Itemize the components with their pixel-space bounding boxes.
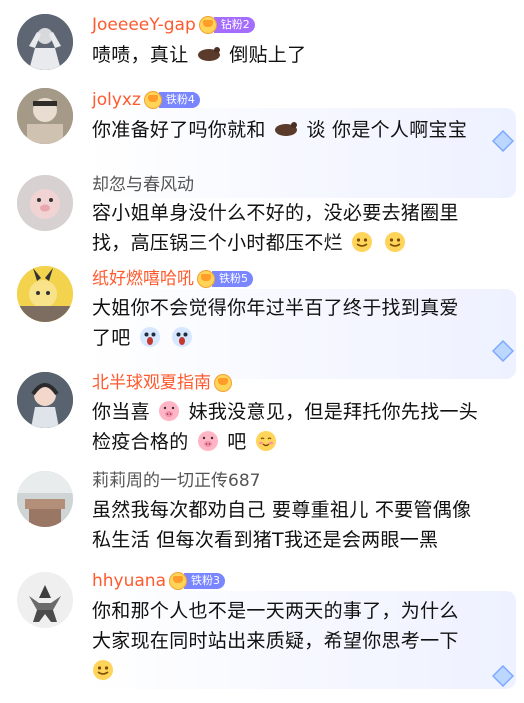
diamond-icon (491, 339, 515, 363)
username-row: 北半球观夏指南 (92, 371, 232, 395)
username-row: hhyuana 铁粉3 (92, 569, 225, 593)
comment-text: 容小姐单身没什么不好的，没必要去猪圈里 找，高压锅三个小时都压不烂 (92, 198, 459, 258)
badge-label: 铁粉4 (158, 92, 200, 108)
avatar[interactable] (17, 14, 73, 70)
username[interactable]: hhyuana (92, 570, 166, 592)
crown-icon (143, 91, 162, 109)
username[interactable]: JoeeeeY-gap (92, 14, 196, 36)
badge-label: 铁粉3 (184, 573, 225, 589)
comment-line: 啧啧，真让 倒贴上了 (92, 40, 306, 71)
comment-text: 你准备好了吗你就和 谈 你是个人啊宝宝 (92, 115, 467, 146)
comment-text-segment: 找，高压锅三个小时都压不烂 (92, 232, 343, 254)
fan-badge: 钻粉2 (198, 16, 255, 34)
fan-badge: 铁粉3 (169, 572, 225, 590)
slug-icon (197, 41, 221, 71)
comment-line: 了吧 (92, 323, 459, 353)
comment-line: 容小姐单身没什么不好的，没必要去猪圈里 (92, 202, 459, 224)
comment-line: 你和那个人也不是一天两天的事了，为什么 (92, 600, 459, 622)
username-row: 莉莉周的一切正传687 (92, 469, 260, 493)
fan-badge (214, 374, 232, 392)
avatar[interactable] (17, 175, 73, 231)
crown-icon (197, 270, 215, 288)
username-row: jolyxz 铁粉4 (92, 88, 200, 112)
comment-text: 啧啧，真让 倒贴上了 (92, 40, 306, 71)
username-row: JoeeeeY-gap 钻粉2 (92, 13, 255, 37)
avatar[interactable] (17, 372, 73, 428)
username[interactable]: 却忽与春风动 (92, 174, 194, 196)
avatar[interactable] (17, 266, 73, 322)
comment-line: 大姐你不会觉得你年过半百了终于找到真爱 (92, 297, 459, 319)
crown-icon (198, 16, 217, 34)
comment-text-segment: 检疫合格的 (92, 431, 189, 453)
comment-text-segment: 你准备好了吗你就和 (92, 119, 266, 141)
comment-text: 你和那个人也不是一天两天的事了，为什么 大家现在同时站出来质疑，希望你思考一下 (92, 596, 459, 686)
comment-text-segment: 倒贴上了 (229, 44, 307, 66)
diamond-icon (491, 664, 515, 688)
comment-line (92, 656, 459, 686)
comment-text-segment: 你当喜 (92, 401, 150, 423)
comment-text: 虽然我每次都劝自己 要尊重祖儿 不要管偶像 私生活 但每次看到猪T我还是会两眼一… (92, 495, 471, 555)
avatar[interactable] (17, 572, 73, 628)
username[interactable]: 北半球观夏指南 (92, 372, 211, 394)
shocked-face-icon (171, 326, 193, 351)
comment-line: 虽然我每次都劝自己 要尊重祖儿 不要管偶像 (92, 499, 472, 521)
comment-text-segment: 啧啧，真让 (92, 44, 189, 66)
username[interactable]: 莉莉周的一切正传687 (92, 470, 260, 492)
comment-line: 私生活 但每次看到猪T我还是会两眼一黑 (92, 529, 439, 551)
smile-face-icon (384, 231, 406, 256)
comment-line: 你准备好了吗你就和 谈 你是个人啊宝宝 (92, 115, 467, 146)
comment-line: 你当喜 妹我没意见，但是拜托你先找一头 (92, 397, 478, 427)
comment-line: 找，高压锅三个小时都压不烂 (92, 228, 459, 258)
pig-face-icon (158, 400, 180, 425)
slug-icon (274, 116, 298, 146)
comment-line: 检疫合格的 吧 (92, 427, 478, 457)
badge-label: 铁粉5 (212, 271, 253, 287)
comment-text-segment: 吧 (227, 431, 247, 453)
pig-face-icon (197, 430, 219, 455)
smile-face-icon (92, 659, 114, 684)
comment-text: 大姐你不会觉得你年过半百了终于找到真爱 了吧 (92, 293, 459, 353)
comment-line: 大家现在同时站出来质疑，希望你思考一下 (92, 630, 459, 652)
diamond-icon (491, 129, 515, 153)
comment-text-segment: 了吧 (92, 327, 131, 349)
shocked-face-icon (139, 326, 161, 351)
username-row: 却忽与春风动 (92, 173, 194, 197)
avatar[interactable] (17, 471, 73, 527)
avatar[interactable] (17, 88, 73, 144)
comment-text-segment: 妹我没意见，但是拜托你先找一头 (188, 401, 479, 423)
badge-label: 钻粉2 (213, 17, 255, 33)
username-row: 纸好燃嘻哈吼 铁粉5 (92, 267, 253, 291)
fan-badge: 铁粉4 (143, 91, 200, 109)
crown-icon (214, 374, 232, 392)
blush-face-icon (255, 430, 277, 455)
comment-text-segment: 谈 你是个人啊宝宝 (306, 119, 468, 141)
username[interactable]: 纸好燃嘻哈吼 (92, 268, 194, 290)
comment-text: 你当喜 妹我没意见，但是拜托你先找一头 检疫合格的 吧 (92, 397, 478, 457)
crown-icon (169, 572, 187, 590)
username[interactable]: jolyxz (92, 89, 141, 111)
fan-badge: 铁粉5 (197, 270, 253, 288)
comment-feed: JoeeeeY-gap 钻粉2 啧啧，真让 倒贴上了 jolyxz 铁粉4 你准… (0, 0, 524, 703)
smile-face-icon (351, 231, 373, 256)
